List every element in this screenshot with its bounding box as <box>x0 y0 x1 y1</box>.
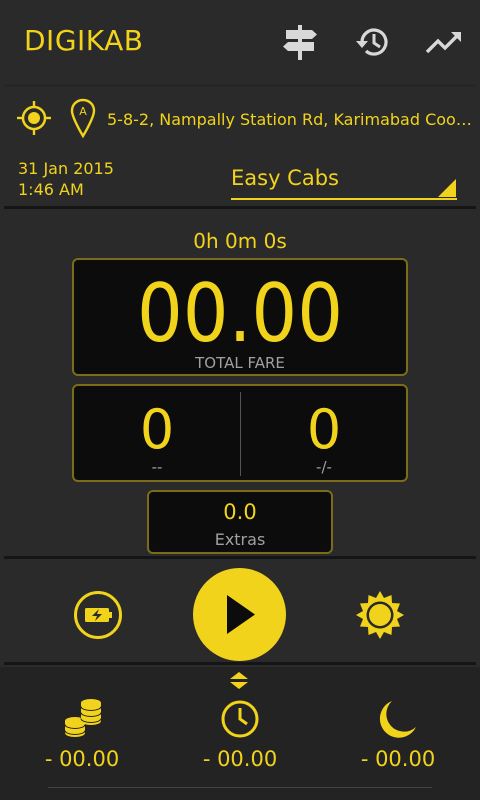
extras-label: Extras <box>214 530 266 549</box>
header-divider <box>4 84 476 87</box>
app-header: DIGIKAB <box>0 0 480 84</box>
coins-icon <box>62 697 106 741</box>
summary-divider <box>4 662 476 665</box>
history-icon[interactable] <box>353 22 393 62</box>
total-fare-label: TOTAL FARE <box>195 354 285 372</box>
distance-panel: 0 -- 0 -/- <box>72 384 408 482</box>
current-date: 31 Jan 2015 <box>18 159 114 178</box>
pin-letter: A <box>79 105 87 118</box>
controls-divider <box>4 556 476 559</box>
battery-charging-icon[interactable] <box>73 590 123 640</box>
extras-value: 0.0 <box>223 500 257 524</box>
bottom-divider <box>48 787 432 788</box>
expand-collapse-icon[interactable] <box>227 671 251 689</box>
start-meter-button[interactable] <box>193 568 286 661</box>
extras-button[interactable]: 0.0 Extras <box>147 490 333 554</box>
section-divider <box>4 206 476 209</box>
summary-panel: - 00.00 - 00.00 - 00.00 <box>0 667 480 800</box>
cab-select[interactable]: Easy Cabs <box>231 164 457 200</box>
coins-total: - 00.00 <box>44 747 120 771</box>
dropdown-arrow-icon <box>438 179 456 197</box>
datetime: 31 Jan 2015 1:46 AM <box>18 158 114 200</box>
current-address[interactable]: 5-8-2, Nampally Station Rd, Karimabad Co… <box>107 110 473 129</box>
distance-cell: 0 -- <box>74 386 240 482</box>
cab-selected-value: Easy Cabs <box>231 166 339 190</box>
location-row: A 5-8-2, Nampally Station Rd, Karimabad … <box>0 96 480 144</box>
clock-icon <box>218 697 262 741</box>
total-fare-value: 00.00 <box>137 267 343 360</box>
amount-cell: 0 -/- <box>241 386 407 482</box>
location-pin-icon: A <box>70 98 96 139</box>
distance-value: 0 <box>139 398 175 461</box>
night-total: - 00.00 <box>360 747 436 771</box>
distance-unit: -- <box>151 458 163 476</box>
elapsed-timer: 0h 0m 0s <box>193 229 287 253</box>
waiting-total: - 00.00 <box>202 747 278 771</box>
current-time: 1:46 AM <box>18 180 84 199</box>
amount-unit: -/- <box>316 458 332 476</box>
trending-up-icon[interactable] <box>424 22 464 62</box>
amount-value: 0 <box>306 398 342 461</box>
moon-icon <box>376 697 420 741</box>
app-title: DIGIKAB <box>24 24 144 57</box>
play-icon <box>227 595 255 634</box>
signpost-icon[interactable] <box>280 22 320 62</box>
total-fare-panel: 00.00 TOTAL FARE <box>72 258 408 376</box>
gps-target-icon[interactable] <box>16 100 52 136</box>
sun-icon[interactable] <box>355 590 405 640</box>
